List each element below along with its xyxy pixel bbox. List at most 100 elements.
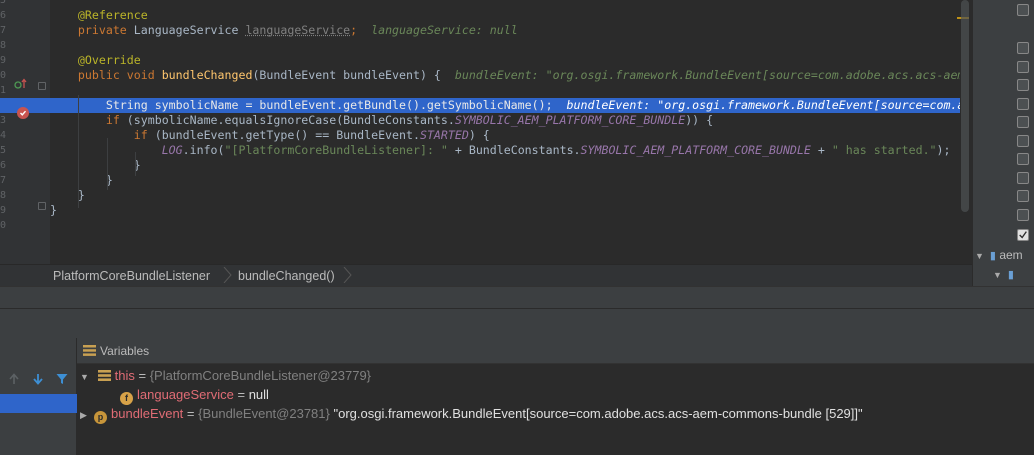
code-token: ) { bbox=[468, 128, 490, 142]
code-line[interactable]: @Override bbox=[50, 53, 960, 68]
expand-arrow-icon[interactable]: ▶ bbox=[80, 406, 94, 424]
code-line[interactable]: @Reference bbox=[50, 8, 960, 23]
code-token: if bbox=[105, 113, 127, 127]
code-line[interactable]: if (symbolicName.equalsIgnoreCase(Bundle… bbox=[50, 113, 960, 128]
debug-toolbar bbox=[0, 308, 1034, 338]
indent-guide bbox=[135, 152, 136, 176]
code-token: SYMBOLIC_AEM_PLATFORM_CORE_BUNDLE bbox=[580, 143, 811, 157]
tree-checkbox[interactable] bbox=[1017, 79, 1029, 91]
code-line[interactable]: public void bundleChanged(BundleEvent bu… bbox=[50, 68, 960, 83]
line-number: 5 bbox=[0, 0, 7, 6]
code-token: .info( bbox=[182, 143, 225, 157]
filter-icon[interactable] bbox=[55, 372, 69, 386]
fold-marker-icon[interactable] bbox=[38, 202, 46, 210]
tree-checkbox[interactable] bbox=[1017, 116, 1029, 128]
line-number: 7 bbox=[0, 175, 7, 186]
code-token: + bbox=[810, 143, 832, 157]
line-number: 0 bbox=[0, 220, 7, 231]
line-number: 8 bbox=[0, 40, 7, 51]
collapse-arrow-icon[interactable]: ▼ bbox=[993, 270, 1002, 280]
code-token: bundleEvent: "org.osgi.framework.BundleE… bbox=[454, 68, 960, 82]
tree-checkbox[interactable] bbox=[1017, 209, 1029, 221]
variable-type: {PlatformCoreBundleListener@23779} bbox=[149, 368, 372, 383]
override-marker-icon[interactable] bbox=[14, 78, 28, 90]
project-tree-item[interactable]: ▼ ▮ bbox=[993, 267, 1014, 283]
project-tree-item[interactable]: ▼ ▮ aem bbox=[975, 248, 1023, 264]
variable-name: languageService bbox=[137, 387, 234, 402]
tree-checkbox[interactable] bbox=[1017, 172, 1029, 184]
project-tool-panel: ▼ ▮ aem ▼ ▮ bbox=[972, 0, 1034, 286]
code-token: @Override bbox=[50, 53, 141, 67]
code-token: STARTED bbox=[419, 128, 469, 142]
tree-checkbox[interactable] bbox=[1017, 61, 1029, 73]
tree-checkbox[interactable] bbox=[1017, 153, 1029, 165]
variable-equals: = bbox=[134, 368, 150, 383]
code-line[interactable]: LOG.info("[PlatformCoreBundleListener]: … bbox=[50, 143, 960, 158]
collapse-arrow-icon[interactable]: ▼ bbox=[975, 251, 984, 261]
fold-marker-icon[interactable] bbox=[38, 82, 46, 90]
tree-checkbox[interactable] bbox=[1017, 4, 1029, 16]
code-editor[interactable]: 5678901234567890 @Reference private Lang… bbox=[0, 0, 972, 264]
param-p-icon: p bbox=[94, 410, 107, 424]
code-token: SYMBOLIC_AEM_PLATFORM_CORE_BUNDLE bbox=[454, 113, 686, 127]
breadcrumb-method[interactable]: bundleChanged() bbox=[238, 269, 335, 283]
breadcrumb-class[interactable]: PlatformCoreBundleListener bbox=[53, 269, 210, 283]
code-token: (symbolicName.equalsIgnoreCase(BundleCon… bbox=[126, 113, 455, 127]
code-token: (bundleEvent.getType() == BundleEvent. bbox=[154, 128, 420, 142]
code-line[interactable] bbox=[50, 38, 960, 53]
arrow-up-icon[interactable] bbox=[7, 372, 21, 386]
code-line[interactable]: if (bundleEvent.getType() == BundleEvent… bbox=[50, 128, 960, 143]
module-icon: ▮ bbox=[989, 250, 996, 262]
code-token: " has started." bbox=[831, 143, 937, 157]
code-line[interactable]: } bbox=[50, 203, 960, 218]
expand-arrow-icon[interactable]: ▼ bbox=[80, 368, 94, 386]
code-line[interactable] bbox=[50, 0, 960, 8]
breakpoint-icon[interactable] bbox=[17, 107, 29, 119]
code-token: private bbox=[50, 23, 134, 37]
tree-checkbox[interactable] bbox=[1017, 42, 1029, 54]
debug-tabs-bar bbox=[0, 286, 1034, 308]
breadcrumb-separator-icon bbox=[223, 267, 232, 283]
code-line[interactable]: private LanguageService languageService;… bbox=[50, 23, 960, 38]
line-number: 8 bbox=[0, 190, 7, 201]
tree-checkbox[interactable] bbox=[1017, 98, 1029, 110]
code-line[interactable]: } bbox=[50, 173, 960, 188]
tree-item-label: aem bbox=[999, 248, 1023, 262]
code-token: } bbox=[50, 173, 113, 187]
code-token: + BundleConstants. bbox=[447, 143, 581, 157]
variable-row-languageservice[interactable]: f languageService = null bbox=[120, 386, 269, 405]
line-number: 3 bbox=[0, 115, 7, 126]
code-token: bundleChanged bbox=[161, 68, 253, 82]
tree-checkbox[interactable] bbox=[1017, 190, 1029, 202]
line-number: 5 bbox=[0, 145, 7, 156]
arrow-down-icon[interactable] bbox=[31, 372, 45, 386]
code-token: } bbox=[50, 203, 57, 217]
code-line[interactable] bbox=[50, 218, 960, 233]
variable-row-this[interactable]: ▼ this = {PlatformCoreBundleListener@237… bbox=[80, 367, 371, 385]
code-token: LOG bbox=[161, 143, 183, 157]
indent-guide bbox=[78, 95, 79, 208]
editor-gutter[interactable]: 5678901234567890 bbox=[0, 0, 50, 264]
tree-checkbox-checked[interactable] bbox=[1017, 229, 1029, 241]
selected-frame[interactable] bbox=[0, 394, 77, 413]
editor-vertical-scrollbar[interactable] bbox=[961, 0, 969, 212]
line-number: 4 bbox=[0, 130, 7, 141]
tree-checkbox[interactable] bbox=[1017, 135, 1029, 147]
code-token: "[PlatformCoreBundleListener]: " bbox=[224, 143, 448, 157]
variable-name: this bbox=[114, 368, 135, 383]
code-token: ; bbox=[350, 23, 372, 37]
variable-row-bundleevent[interactable]: ▶ p bundleEvent = {BundleEvent@23781} "org… bbox=[80, 405, 863, 424]
variables-tree[interactable]: ▼ this = {PlatformCoreBundleListener@237… bbox=[77, 364, 1034, 455]
code-token: languageService bbox=[245, 23, 351, 37]
folder-icon: ▮ bbox=[1007, 269, 1014, 281]
code-token: bundleEvent: "org.osgi.framework.BundleE… bbox=[566, 98, 960, 112]
variables-panel-title: Variables bbox=[100, 344, 150, 358]
variable-name: bundleEvent bbox=[111, 406, 184, 421]
line-number: 9 bbox=[0, 55, 7, 66]
code-line[interactable]: } bbox=[50, 158, 960, 173]
code-line[interactable] bbox=[50, 83, 960, 98]
code-line-current[interactable]: String symbolicName = bundleEvent.getBun… bbox=[0, 98, 960, 113]
code-line[interactable]: } bbox=[50, 188, 960, 203]
